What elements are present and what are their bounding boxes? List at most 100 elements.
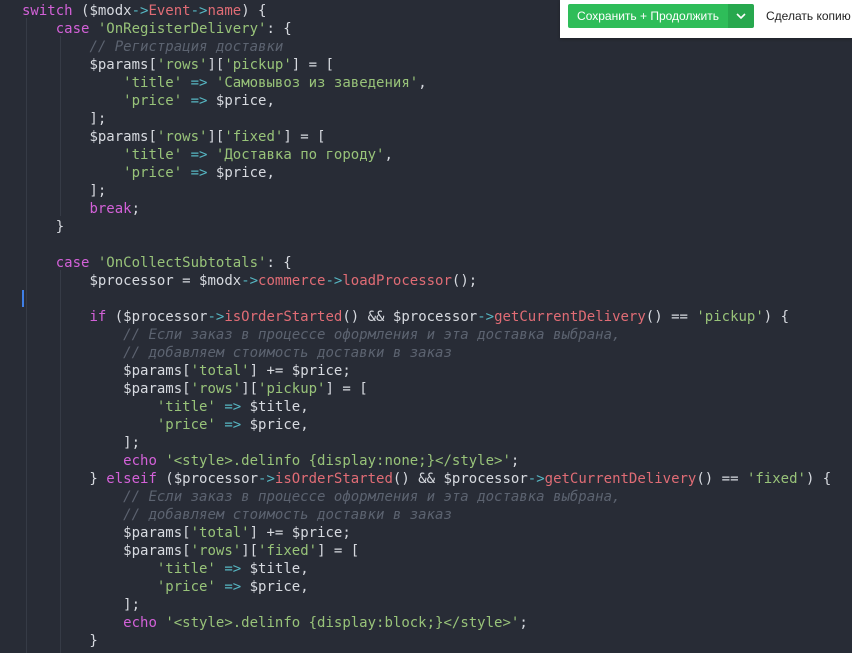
code-token: $price: [291, 525, 343, 541]
code-line: 'price' => $price,: [22, 164, 275, 182]
code-token: $title: [249, 561, 301, 577]
code-token: () &&: [392, 471, 444, 487]
code-token: $title: [249, 399, 301, 415]
code-token: $price: [249, 417, 301, 433]
code-token: getCurrentDelivery: [494, 309, 646, 325]
code-token: '<style>.delinfo {display:block;}</style…: [165, 615, 520, 631]
code-token: }: [22, 219, 65, 235]
code-token: 'title': [123, 147, 183, 163]
code-token: $params: [89, 57, 149, 73]
code-token: ) {: [763, 309, 790, 325]
code-token: ();: [451, 273, 478, 289]
code-line: 'price' => $price,: [22, 92, 275, 110]
code-token: }: [22, 633, 98, 649]
code-token: 'rows': [190, 381, 242, 397]
code-token: ) {: [805, 471, 832, 487]
code-line: 'title' => $title,: [22, 560, 309, 578]
code-token: 'rows': [156, 129, 208, 145]
save-options-dropdown-button[interactable]: [728, 4, 754, 28]
code-token: case: [55, 21, 90, 37]
code-token: (: [72, 3, 90, 19]
code-line: switch ($modx->Event->name) {: [22, 2, 266, 20]
code-line: $params['total'] += $price;: [22, 362, 351, 380]
code-token: 'pickup': [224, 57, 292, 73]
code-line: // Регистрация доставки: [22, 38, 283, 56]
code-line: ];: [22, 182, 106, 200]
code-token: ,: [266, 93, 275, 109]
code-token: (: [106, 309, 124, 325]
code-token: ][: [241, 543, 259, 559]
code-token: ,: [300, 561, 309, 577]
code-token: =>: [224, 417, 242, 433]
code-token: ] = [: [283, 129, 326, 145]
action-toolbar: Сохранить + Продолжить Сделать копию: [560, 0, 852, 38]
code-line: $processor = $modx->commerce->loadProces…: [22, 272, 477, 290]
code-token: ) {: [241, 3, 267, 19]
code-editor[interactable]: switch ($modx->Event->name) { case 'OnRe…: [0, 0, 852, 653]
code-token: () ==: [645, 309, 697, 325]
code-token: ->: [477, 309, 495, 325]
code-token: 'title': [123, 75, 183, 91]
code-token: $modx: [199, 273, 242, 289]
code-token: $price: [291, 363, 343, 379]
code-token: $params: [123, 543, 183, 559]
code-token: 'price': [123, 93, 183, 109]
code-token: // добавляем стоимость доставки в заказ: [123, 507, 452, 523]
make-copy-button[interactable]: Сделать копию: [760, 4, 852, 28]
code-token: ->: [258, 471, 275, 487]
code-line: echo '<style>.delinfo {display:block;}</…: [22, 614, 528, 632]
code-line: 'price' => $price,: [22, 578, 309, 596]
code-token: ][: [207, 129, 225, 145]
code-token: 'pickup': [696, 309, 764, 325]
code-token: isOrderStarted: [274, 471, 393, 487]
code-token: 'OnRegisterDelivery': [97, 21, 267, 37]
code-token: name: [207, 3, 242, 19]
code-token: $price: [249, 579, 301, 595]
code-token: =>: [190, 147, 208, 163]
code-token: $processor: [173, 471, 259, 487]
code-token: ;: [519, 615, 528, 631]
code-token: ];: [22, 183, 107, 199]
save-continue-button[interactable]: Сохранить + Продолжить: [568, 4, 728, 28]
code-line: // добавляем стоимость доставки в заказ: [22, 344, 452, 362]
code-line: }: [22, 632, 98, 650]
code-token: if: [89, 309, 107, 325]
code-token: $params: [123, 381, 183, 397]
code-token: ,: [300, 579, 309, 595]
code-token: =>: [224, 579, 242, 595]
code-token: // добавляем стоимость доставки в заказ: [123, 345, 452, 361]
code-token: $params: [89, 129, 149, 145]
code-token: ];: [22, 435, 141, 451]
code-token: '<style>.delinfo {display:none;}</style>…: [165, 453, 511, 469]
code-token: ] = [: [291, 57, 334, 73]
code-token: 'price': [123, 165, 183, 181]
code-token: $processor: [123, 309, 208, 325]
chevron-down-icon: [736, 13, 746, 19]
code-token: ,: [300, 399, 309, 415]
code-token: ];: [22, 111, 107, 127]
code-token: [: [148, 129, 157, 145]
code-line: ];: [22, 596, 140, 614]
code-token: ] +=: [249, 363, 292, 379]
code-token: $params: [123, 525, 183, 541]
code-token: 'fixed': [258, 543, 318, 559]
